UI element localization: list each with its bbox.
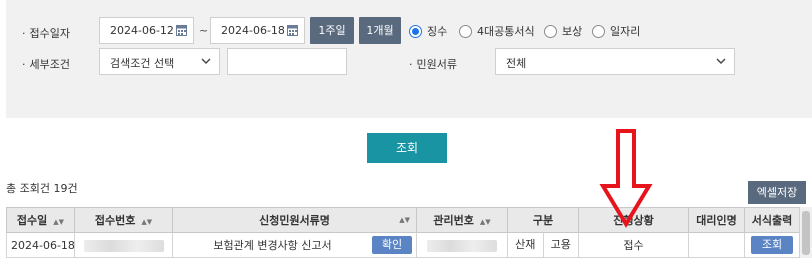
excel-save-button[interactable]: 엑셀저장 bbox=[748, 181, 806, 204]
detail-condition-select[interactable]: 검색조건 선택 bbox=[99, 48, 220, 75]
chevron-down-icon bbox=[716, 58, 726, 64]
column-header-doc-name[interactable]: 신청민원서류명 ▲▼ bbox=[172, 207, 417, 233]
date-to-input[interactable]: 2024-06-18 bbox=[210, 17, 305, 44]
cell-receipt-no-redacted bbox=[74, 232, 173, 258]
scrollbar-thumb[interactable] bbox=[802, 211, 810, 255]
column-header-agent: 대리인명 bbox=[688, 207, 745, 233]
chevron-down-icon bbox=[201, 58, 211, 64]
document-type-label: · 민원서류 bbox=[409, 58, 457, 71]
sort-icon[interactable]: ▲▼ bbox=[399, 216, 410, 224]
column-header-category: 구분 bbox=[507, 207, 579, 233]
cell-date: 2024-06-18 bbox=[6, 232, 75, 258]
detail-condition-label: · 세부조건 bbox=[22, 58, 70, 71]
print-view-button[interactable]: 조회 bbox=[751, 236, 793, 254]
radio-icon[interactable] bbox=[544, 24, 557, 38]
radio-jobs[interactable]: 일자리 bbox=[592, 23, 640, 39]
search-button[interactable]: 조회 bbox=[367, 133, 447, 163]
column-header-date[interactable]: 접수일 ▲▼ bbox=[6, 207, 75, 233]
result-count: 총 조회건 19건 bbox=[6, 182, 78, 195]
radio-icon[interactable] bbox=[592, 24, 605, 38]
calendar-icon[interactable] bbox=[176, 24, 187, 36]
confirm-button[interactable]: 확인 bbox=[372, 236, 412, 254]
cell-agent bbox=[688, 232, 745, 258]
column-header-management-no[interactable]: 관리번호 ▲▼ bbox=[416, 207, 508, 233]
radio-four-insurance[interactable]: 4대공통서식 bbox=[459, 23, 535, 39]
sort-icon[interactable]: ▲▼ bbox=[141, 218, 152, 226]
one-month-button[interactable]: 1개월 bbox=[359, 17, 401, 44]
radio-selected-icon[interactable] bbox=[409, 24, 422, 38]
date-range-separator: ~ bbox=[199, 24, 209, 37]
one-week-button[interactable]: 1주일 bbox=[310, 17, 354, 44]
radio-compensation[interactable]: 보상 bbox=[544, 23, 582, 39]
column-header-receipt-no[interactable]: 접수번호 ▲▼ bbox=[74, 207, 173, 233]
cell-print: 조회 bbox=[744, 232, 800, 258]
table-header-row: 접수일 ▲▼ 접수번호 ▲▼ 신청민원서류명 ▲▼ 관리번호 ▲▼ 구분 진행상황 대리… bbox=[6, 207, 800, 233]
column-header-print: 서식출력 bbox=[744, 207, 800, 233]
cell-status: 접수 bbox=[578, 232, 689, 258]
table-row[interactable]: 2024-06-18 보험관계 변경사항 신고서 확인 산재 고용 접수 조회 bbox=[6, 232, 800, 258]
radio-icon[interactable] bbox=[459, 24, 472, 38]
sort-icon[interactable]: ▲▼ bbox=[53, 218, 64, 226]
document-type-select[interactable]: 전체 bbox=[495, 48, 735, 75]
detail-condition-input[interactable] bbox=[227, 48, 347, 75]
radio-collection[interactable]: 징수 bbox=[409, 23, 447, 39]
vertical-scrollbar[interactable] bbox=[799, 207, 812, 258]
cell-management-no-redacted bbox=[416, 232, 508, 258]
category-industrial: 산재 bbox=[508, 233, 544, 257]
cell-category: 산재 고용 bbox=[507, 232, 579, 258]
category-employment: 고용 bbox=[550, 238, 571, 251]
cell-doc-name: 보험관계 변경사항 신고서 확인 bbox=[172, 232, 417, 258]
calendar-icon[interactable] bbox=[287, 24, 298, 36]
down-arrow-annotation-icon bbox=[599, 129, 653, 228]
sort-icon[interactable]: ▲▼ bbox=[480, 218, 491, 226]
receipt-date-label: · 접수일자 bbox=[22, 27, 70, 40]
results-table: 접수일 ▲▼ 접수번호 ▲▼ 신청민원서류명 ▲▼ 관리번호 ▲▼ 구분 진행상황 대리… bbox=[6, 207, 800, 258]
date-from-input[interactable]: 2024-06-12 bbox=[99, 17, 194, 44]
